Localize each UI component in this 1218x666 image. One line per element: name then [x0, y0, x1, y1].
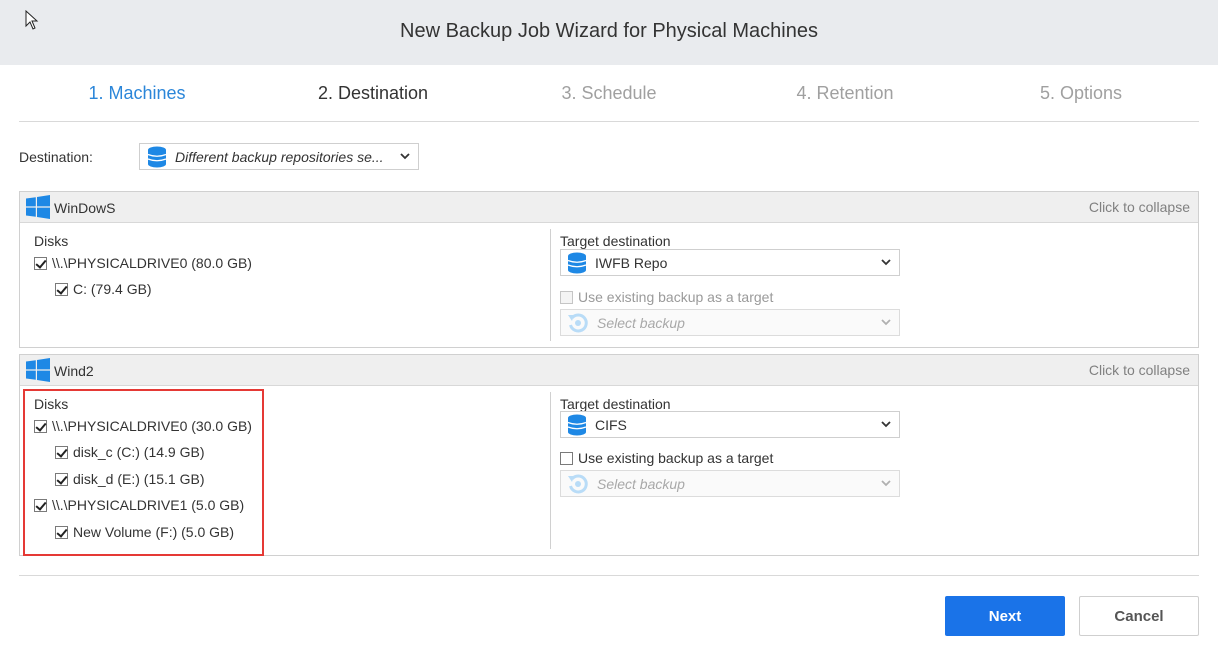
machine-panel-header[interactable]: WinDowS Click to collapse	[20, 192, 1198, 223]
use-existing-backup-option[interactable]: Use existing backup as a target	[560, 289, 773, 305]
chevron-down-icon	[881, 480, 891, 487]
tab-machines[interactable]: 1. Machines	[19, 83, 255, 104]
use-existing-backup-checkbox[interactable]	[560, 290, 573, 304]
database-icon	[567, 252, 587, 273]
cancel-button[interactable]: Cancel	[1079, 596, 1199, 636]
chevron-down-icon	[881, 319, 891, 326]
select-backup-placeholder: Select backup	[597, 314, 685, 331]
database-icon	[567, 414, 587, 435]
partition-checkbox[interactable]	[55, 282, 68, 296]
windows-logo-icon	[26, 358, 50, 382]
target-destination-dropdown[interactable]: CIFS	[560, 411, 900, 438]
windows-logo-icon	[26, 195, 50, 219]
machine-name: Wind2	[54, 363, 94, 379]
use-existing-backup-label: Use existing backup as a target	[578, 450, 774, 466]
column-divider	[550, 229, 551, 341]
disk-row[interactable]: \\.\PHYSICALDRIVE0 (80.0 GB)	[34, 255, 252, 271]
partition-label: C: (79.4 GB)	[73, 281, 152, 297]
target-destination-dropdown[interactable]: IWFB Repo	[560, 249, 900, 276]
collapse-link[interactable]: Click to collapse	[1089, 362, 1190, 378]
machine-name: WinDowS	[54, 200, 116, 216]
disk-checkbox[interactable]	[34, 256, 47, 270]
chevron-down-icon	[881, 421, 891, 428]
use-existing-backup-checkbox[interactable]	[560, 451, 573, 465]
destination-value: Different backup repositories se...	[175, 148, 383, 165]
machine-panel-header[interactable]: Wind2 Click to collapse	[20, 355, 1198, 386]
target-destination-value: IWFB Repo	[595, 254, 668, 271]
chevron-down-icon	[881, 259, 891, 266]
tab-retention[interactable]: 4. Retention	[727, 83, 963, 104]
highlight-box	[23, 389, 264, 556]
target-destination-label: Target destination	[560, 233, 671, 249]
target-destination-label: Target destination	[560, 396, 671, 412]
window-title: New Backup Job Wizard for Physical Machi…	[400, 20, 818, 42]
wizard-steps: 1. Machines 2. Destination 3. Schedule 4…	[19, 65, 1199, 122]
use-existing-backup-option[interactable]: Use existing backup as a target	[560, 450, 773, 466]
tab-options[interactable]: 5. Options	[963, 83, 1199, 104]
select-backup-dropdown[interactable]: Select backup	[560, 309, 900, 336]
select-backup-placeholder: Select backup	[597, 475, 685, 492]
chevron-down-icon	[400, 153, 410, 160]
tab-destination[interactable]: 2. Destination	[255, 83, 491, 104]
mouse-cursor-icon	[25, 10, 39, 30]
use-existing-backup-label: Use existing backup as a target	[578, 289, 774, 305]
column-divider	[550, 392, 551, 549]
target-destination-value: CIFS	[595, 416, 627, 433]
disk-label: \\.\PHYSICALDRIVE0 (80.0 GB)	[52, 255, 252, 271]
next-button[interactable]: Next	[945, 596, 1065, 636]
destination-dropdown[interactable]: Different backup repositories se...	[139, 143, 419, 170]
select-backup-dropdown[interactable]: Select backup	[560, 470, 900, 497]
machine-panel-windows: WinDowS Click to collapse Disks \\.\PHYS…	[19, 191, 1199, 348]
footer-divider	[19, 575, 1199, 576]
title-bar: New Backup Job Wizard for Physical Machi…	[0, 0, 1218, 65]
restore-icon	[568, 474, 588, 493]
disks-label: Disks	[34, 233, 69, 249]
collapse-link[interactable]: Click to collapse	[1089, 199, 1190, 215]
database-icon	[147, 146, 167, 167]
destination-label: Destination:	[19, 149, 93, 165]
tab-schedule[interactable]: 3. Schedule	[491, 83, 727, 104]
restore-icon	[568, 313, 588, 332]
partition-row[interactable]: C: (79.4 GB)	[55, 281, 152, 297]
